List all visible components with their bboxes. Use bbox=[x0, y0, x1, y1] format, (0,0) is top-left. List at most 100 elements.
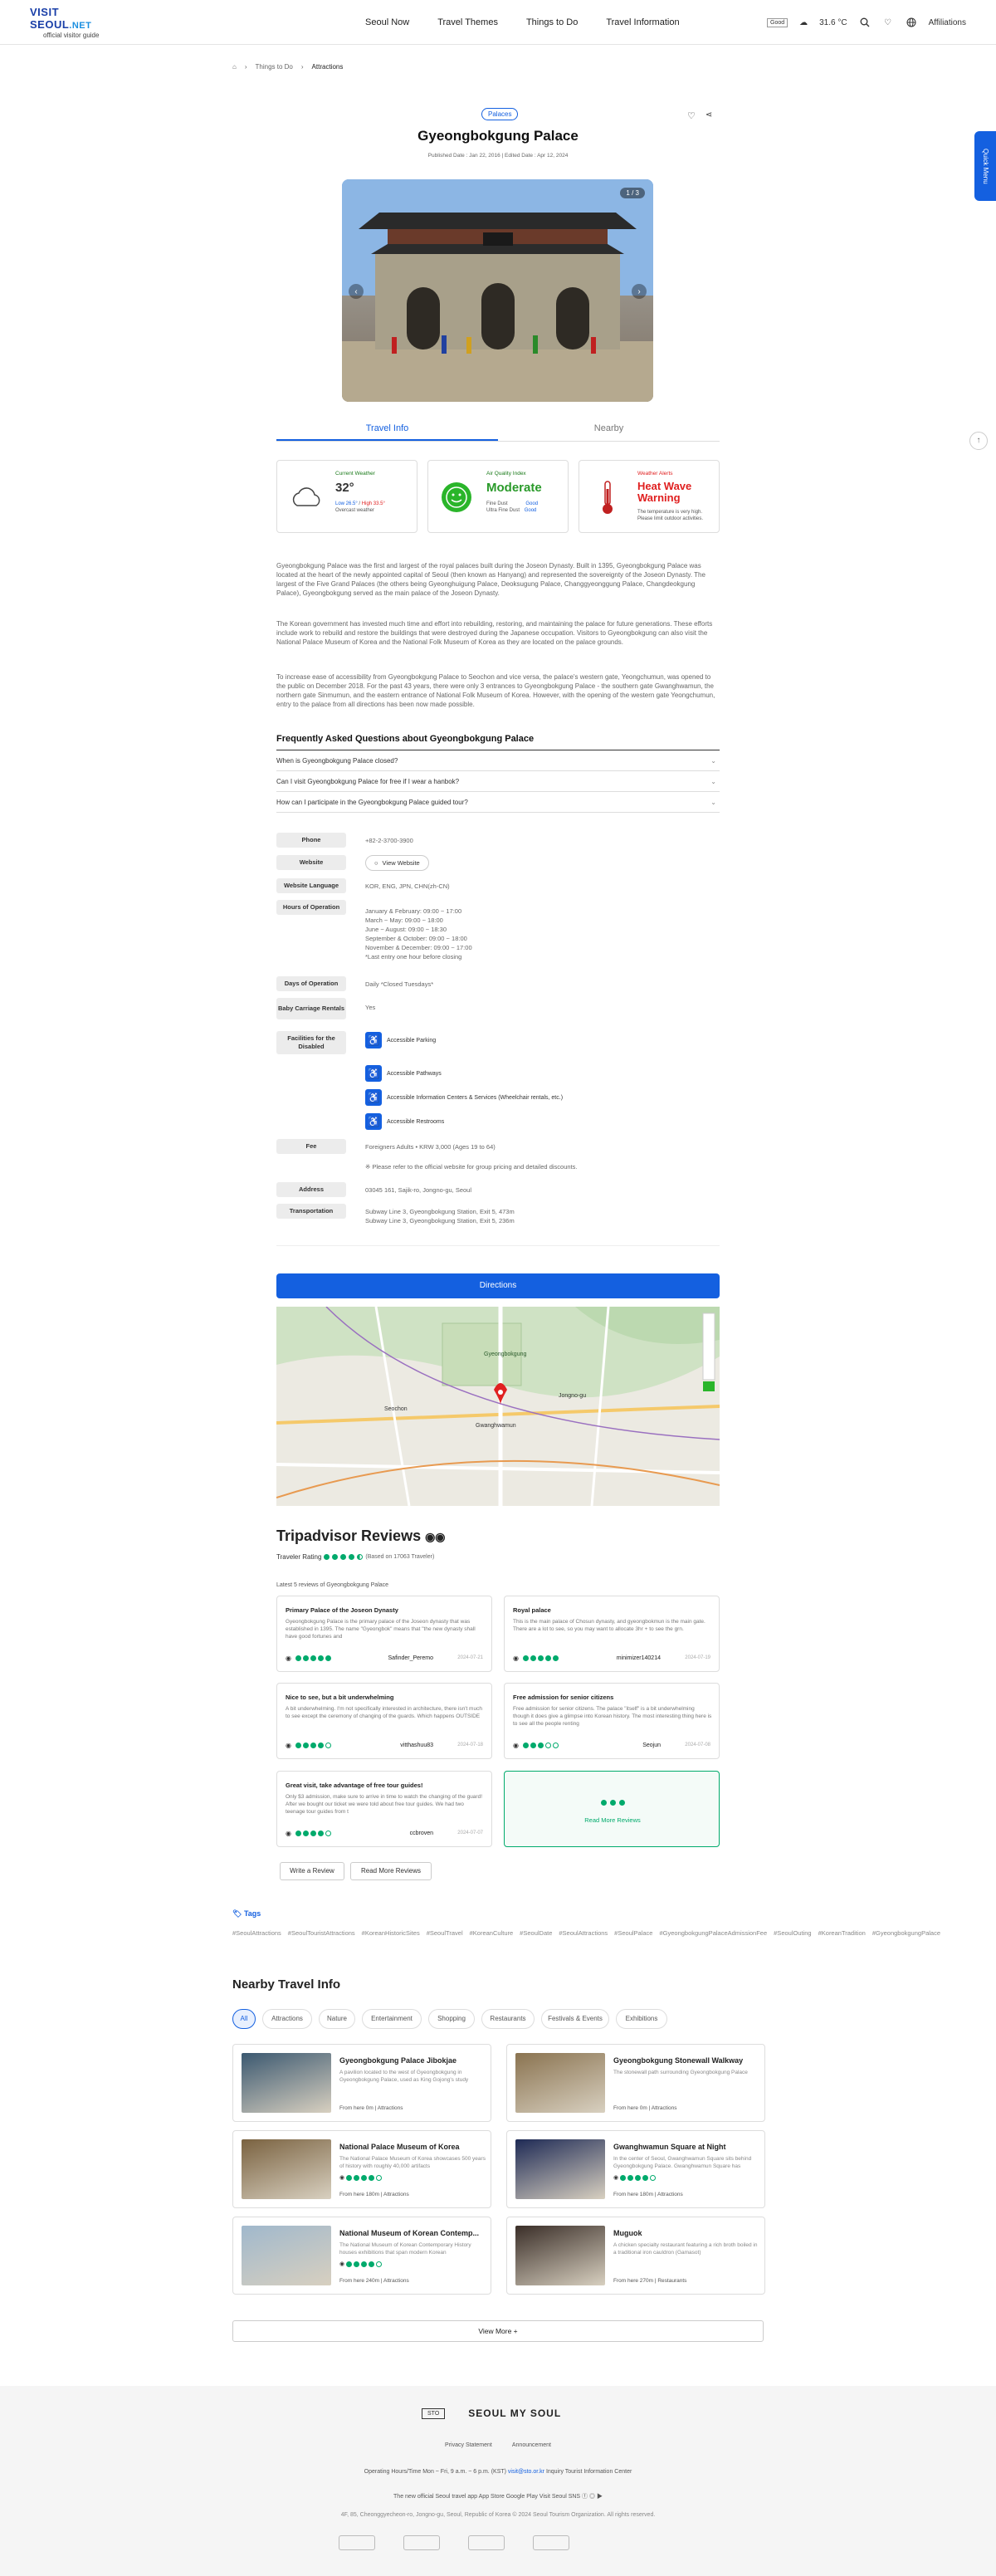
tag-link[interactable]: #KoreanHistoricSites bbox=[362, 1929, 420, 1937]
faq-item[interactable]: How can I participate in the Gyeongbokgu… bbox=[276, 793, 720, 813]
nav-things-to-do[interactable]: Things to Do bbox=[526, 17, 578, 27]
nearby-thumbnail bbox=[515, 2053, 605, 2113]
footer-email[interactable]: visit@sto.or.kr bbox=[508, 2469, 544, 2475]
main-nav: Seoul Now Travel Themes Things to Do Tra… bbox=[365, 0, 680, 45]
nearby-card[interactable]: National Museum of Korean Contemp... The… bbox=[232, 2217, 491, 2295]
share-icon[interactable]: ⋖ bbox=[706, 110, 712, 121]
phone-value[interactable]: +82-2-3700-3900 bbox=[365, 836, 413, 845]
nearby-meta: From here 180m | Attractions bbox=[613, 2192, 683, 2197]
filter-pill[interactable]: Restaurants bbox=[481, 2009, 535, 2029]
heart-icon[interactable]: ♡ bbox=[687, 110, 696, 121]
breadcrumb-things-to-do[interactable]: Things to Do bbox=[256, 63, 293, 71]
privacy-link[interactable]: Privacy Statement bbox=[445, 2442, 492, 2448]
transport-line: Subway Line 3, Gyeongbokgung Station, Ex… bbox=[365, 1217, 515, 1224]
weather-alert-card: Weather Alerts Heat Wave Warning The tem… bbox=[579, 460, 720, 533]
tag-link[interactable]: #SeoulPalace bbox=[614, 1929, 652, 1937]
nearby-meta: From here 270m | Restaurants bbox=[613, 2278, 687, 2284]
hours-line: *Last entry one hour before closing bbox=[365, 953, 462, 961]
home-icon[interactable]: ⌂ bbox=[232, 63, 237, 71]
directions-button[interactable]: Directions bbox=[276, 1273, 720, 1298]
nearby-card[interactable]: Muguok A chicken specialty restaurant fe… bbox=[506, 2217, 765, 2295]
filter-pill[interactable]: Festivals & Events bbox=[541, 2009, 609, 2029]
chevron-down-icon: ⌄ bbox=[710, 799, 716, 806]
search-icon[interactable] bbox=[859, 17, 871, 28]
quick-menu-button[interactable]: Quick Menu bbox=[974, 131, 996, 201]
view-more-button[interactable]: View More + bbox=[232, 2320, 764, 2342]
filter-pill[interactable]: Entertainment bbox=[362, 2009, 422, 2029]
review-card[interactable]: Primary Palace of the Joseon Dynasty Gye… bbox=[276, 1596, 492, 1672]
cloud-icon: ☁ bbox=[799, 17, 808, 27]
facebook-icon[interactable]: ⓕ bbox=[582, 2494, 588, 2500]
tag-link[interactable]: #KoreanCulture bbox=[470, 1929, 514, 1937]
tag-link[interactable]: #SeoulTravel bbox=[427, 1929, 463, 1937]
rating-dot bbox=[354, 2174, 360, 2181]
filter-pill[interactable]: Shopping bbox=[428, 2009, 475, 2029]
read-more-label: Read More Reviews bbox=[584, 1816, 641, 1824]
tag-link[interactable]: #GyeongbokgungPalace bbox=[872, 1929, 940, 1937]
review-card[interactable]: Nice to see, but a bit underwhelming A b… bbox=[276, 1683, 492, 1759]
palace-gate-image bbox=[342, 179, 653, 402]
view-website-button[interactable]: ○ View Website bbox=[365, 855, 429, 871]
youtube-icon[interactable]: ▶ bbox=[597, 2494, 603, 2500]
write-review-button[interactable]: Write a Review bbox=[280, 1862, 344, 1880]
info-label: Fee bbox=[276, 1139, 346, 1154]
scroll-top-button[interactable]: ↑ bbox=[969, 432, 988, 450]
review-card[interactable]: Great visit, take advantage of free tour… bbox=[276, 1771, 492, 1847]
filter-pill[interactable]: Attractions bbox=[262, 2009, 312, 2029]
nav-travel-themes[interactable]: Travel Themes bbox=[437, 17, 498, 27]
accessible-icon: ♿ bbox=[365, 1065, 382, 1082]
review-title: Nice to see, but a bit underwhelming bbox=[286, 1694, 394, 1701]
site-footer: STO SEOUL MY SOUL Privacy Statement Annou… bbox=[0, 2386, 996, 2576]
faq-question: How can I participate in the Gyeongbokgu… bbox=[276, 799, 468, 806]
filter-pill[interactable]: Exhibitions bbox=[616, 2009, 667, 2029]
nearby-card[interactable]: Gwanghwamun Square at Night In the cente… bbox=[506, 2130, 765, 2208]
tag-link[interactable]: #GyeongbokgungPalaceAdmissionFee bbox=[659, 1929, 767, 1937]
read-more-reviews-card[interactable]: Read More Reviews bbox=[504, 1771, 720, 1847]
nav-travel-information[interactable]: Travel Information bbox=[606, 17, 679, 27]
prev-photo-button[interactable]: ‹ bbox=[349, 284, 364, 299]
app-links[interactable]: The new official Seoul travel app App St… bbox=[393, 2494, 538, 2500]
nearby-card[interactable]: Gyeongbokgung Palace Jibokjae A pavilion… bbox=[232, 2044, 491, 2122]
next-photo-button[interactable]: › bbox=[632, 284, 647, 299]
affiliations-link[interactable]: Affiliations bbox=[929, 18, 966, 27]
instagram-icon[interactable]: ◎ bbox=[589, 2494, 595, 2500]
globe-icon[interactable] bbox=[906, 17, 917, 28]
tab-travel-info[interactable]: Travel Info bbox=[276, 417, 498, 441]
tab-nearby[interactable]: Nearby bbox=[498, 417, 720, 441]
filter-pill[interactable]: All bbox=[232, 2009, 256, 2029]
nearby-card[interactable]: Gyeongbokgung Stonewall Walkway The ston… bbox=[506, 2044, 765, 2122]
tag-icon: 🏷 bbox=[232, 1909, 242, 1918]
faq-item[interactable]: Can I visit Gyeongbokgung Palace for fre… bbox=[276, 772, 720, 792]
tag-link[interactable]: #SeoulAttractions bbox=[559, 1929, 608, 1937]
review-card[interactable]: Royal palace This is the main palace of … bbox=[504, 1596, 720, 1672]
rating-dot bbox=[376, 2261, 383, 2267]
certification-badge bbox=[533, 2535, 569, 2550]
tag-link[interactable]: #KoreanTradition bbox=[818, 1929, 866, 1937]
tag-link[interactable]: #SeoulAttractions bbox=[232, 1929, 281, 1937]
tag-link[interactable]: #SeoulTouristAttractions bbox=[288, 1929, 355, 1937]
heart-icon[interactable]: ♡ bbox=[882, 17, 894, 28]
tags-title: Tags bbox=[243, 1909, 261, 1918]
tag-link[interactable]: #SeoulOuting bbox=[774, 1929, 811, 1937]
rating-dot bbox=[369, 2174, 375, 2181]
review-card[interactable]: Free admission for senior citizens Free … bbox=[504, 1683, 720, 1759]
site-logo[interactable]: VISIT SEOUL.NET official visitor guide bbox=[30, 6, 121, 39]
facility-label: Accessible Parking bbox=[387, 1037, 437, 1044]
announcement-link[interactable]: Announcement bbox=[512, 2442, 551, 2448]
transportation-value: Subway Line 3, Gyeongbokgung Station, Ex… bbox=[365, 1207, 515, 1225]
filter-pill[interactable]: Nature bbox=[319, 2009, 355, 2029]
faq-question: When is Gyeongbokgung Palace closed? bbox=[276, 757, 398, 765]
faq-item[interactable]: When is Gyeongbokgung Palace closed? ⌄ bbox=[276, 751, 720, 771]
nav-seoul-now[interactable]: Seoul Now bbox=[365, 17, 409, 27]
photo-slider[interactable]: 1 / 3 ‹ › bbox=[342, 179, 653, 402]
tag-link[interactable]: #SeoulDate bbox=[520, 1929, 552, 1937]
nearby-card[interactable]: National Palace Museum of Korea The Nati… bbox=[232, 2130, 491, 2208]
rating-dot bbox=[346, 2174, 353, 2181]
read-more-reviews-button[interactable]: Read More Reviews bbox=[350, 1862, 432, 1880]
tripadvisor-owl-icon: ◉◉ bbox=[425, 1530, 446, 1543]
rating-dot bbox=[332, 1554, 339, 1560]
weather-label: Current Weather bbox=[335, 471, 375, 477]
logo-subtitle: official visitor guide bbox=[43, 31, 100, 39]
title-actions: ♡ ⋖ bbox=[687, 110, 712, 121]
location-map[interactable]: Gyeongbokgung Gwanghwamun Jongno-gu Seoc… bbox=[276, 1307, 720, 1506]
